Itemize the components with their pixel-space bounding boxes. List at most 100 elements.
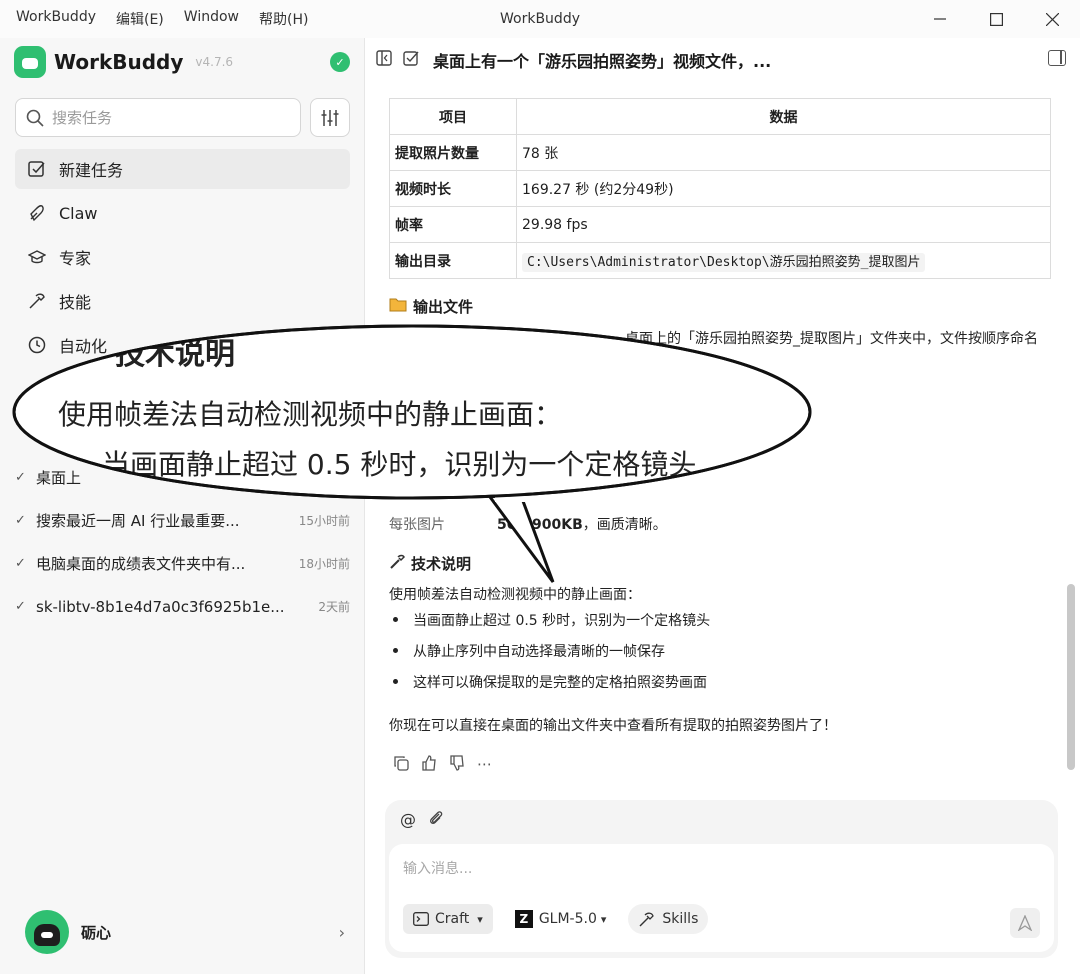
skills-label: Skills (662, 911, 699, 927)
table-cell-key: 帧率 (389, 206, 517, 243)
sidebar-item-automation[interactable]: 自动化 (15, 325, 350, 365)
user-profile[interactable]: 砺心 › (25, 910, 345, 954)
skills-icon (27, 291, 47, 311)
model-selector[interactable]: Z GLM-5.0 ▾ (505, 904, 617, 934)
menu-app[interactable]: WorkBuddy (6, 9, 106, 29)
attach-icon[interactable] (428, 810, 444, 830)
sidebar-item-label: 新建任务 (59, 161, 124, 180)
mode-selector[interactable]: Craft ▾ (403, 904, 493, 934)
menu-help[interactable]: 帮助(H) (249, 9, 318, 29)
message-actions: ⋯ (393, 755, 492, 775)
menu-window[interactable]: Window (174, 9, 249, 29)
history-title: 搜索最近一周 AI 行业最重要... (36, 512, 240, 530)
skills-icon (639, 912, 655, 927)
chevron-down-icon: ▾ (600, 912, 607, 926)
skills-button[interactable]: Skills (628, 904, 709, 934)
history-time: 18小时前 (298, 557, 350, 571)
composer-bar: Craft ▾ Z GLM-5.0 ▾ Skills (403, 904, 709, 934)
composer: @ Craft ▾ Z GLM-5.0 ▾ Skil (385, 800, 1058, 958)
send-button[interactable] (1010, 908, 1040, 938)
chevron-right-icon: › (338, 922, 345, 942)
avatar (25, 910, 69, 954)
list-item: 从静止序列中自动选择最清晰的一帧保存 (389, 635, 710, 666)
side-panel-icon[interactable] (1048, 50, 1066, 66)
new-task-icon (27, 159, 47, 179)
table-cell-value: 169.27 秒 (约2分49秒) (516, 170, 1051, 207)
sidebar-item-new-task[interactable]: 新建任务 (15, 149, 350, 189)
message-content: 项目 数据 提取照片数量 78 张 视频时长 169.27 秒 (约2分49秒)… (389, 98, 1051, 279)
size-description: 每张图片 500-900KB，画质清晰。 (389, 514, 667, 534)
message-input[interactable] (403, 858, 1003, 888)
output-path: C:\Users\Administrator\Desktop\游乐园拍照姿势_提… (522, 253, 926, 272)
sidebar-item-label: 专家 (59, 249, 92, 268)
table-cell-key: 视频时长 (389, 170, 517, 207)
close-button[interactable] (1024, 0, 1080, 38)
history-item[interactable]: ✓ 电脑桌面的成绩表文件夹中有... 18小时前 (15, 542, 350, 585)
sidebar-item-expert[interactable]: 专家 (15, 237, 350, 277)
tech-heading: 技术说明 (389, 553, 471, 574)
thumbs-down-icon[interactable] (449, 755, 465, 775)
tech-heading-text: 技术说明 (411, 555, 472, 573)
mode-label: Craft (435, 911, 470, 927)
folder-icon (389, 297, 407, 316)
brand: WorkBuddy v4.7.6 (14, 46, 233, 78)
collapse-sidebar-icon[interactable] (376, 50, 392, 70)
mention-icon[interactable]: @ (400, 810, 416, 830)
list-item: 当画面静止超过 0.5 秒时，识别为一个定格镜头 (389, 604, 710, 635)
tech-bullets: 当画面静止超过 0.5 秒时，识别为一个定格镜头 从静止序列中自动选择最清晰的一… (389, 604, 710, 697)
menu-edit[interactable]: 编辑(E) (106, 9, 174, 29)
history-time: 2天前 (318, 600, 350, 614)
sidebar-item-label: Claw (59, 203, 98, 223)
size-suffix: ，画质清晰。 (582, 517, 667, 533)
menu-bar: WorkBuddy 编辑(E) Window 帮助(H) (0, 9, 318, 29)
clock-icon (27, 335, 47, 355)
table-cell-value: 78 张 (516, 134, 1051, 171)
sidebar: WorkBuddy v4.7.6 ✓ 新建任务 Claw (0, 38, 365, 974)
expert-icon (27, 247, 47, 267)
chevron-down-icon: ▾ (477, 912, 483, 926)
history-item[interactable]: ✓ sk-libtv-8b1e4d7a0c3f6925b1e... 2天前 (15, 585, 350, 628)
size-prefix: 每张图片 (389, 517, 445, 533)
task-history: ✓ 桌面上 ✓ 搜索最近一周 AI 行业最重要... 15小时前 ✓ 电脑桌面的… (15, 456, 350, 628)
message-input-box: Craft ▾ Z GLM-5.0 ▾ Skills (389, 844, 1054, 952)
more-icon[interactable]: ⋯ (477, 755, 492, 775)
minimize-button[interactable] (912, 0, 968, 38)
table-row: 帧率 29.98 fps (389, 206, 1051, 243)
minimize-icon (934, 18, 946, 20)
scrollbar[interactable] (1067, 584, 1075, 770)
table-row: 输出目录 C:\Users\Administrator\Desktop\游乐园拍… (389, 242, 1051, 279)
filter-button[interactable] (310, 98, 350, 137)
history-item[interactable]: ✓ 搜索最近一周 AI 行业最重要... 15小时前 (15, 499, 350, 542)
sidebar-item-label: 技能 (59, 293, 92, 312)
history-item[interactable]: ✓ 桌面上 (15, 456, 350, 499)
thumbs-up-icon[interactable] (421, 755, 437, 775)
sidebar-item-claw[interactable]: Claw (15, 193, 350, 233)
search-icon (26, 109, 44, 127)
table-cell-value: 29.98 fps (516, 206, 1051, 243)
composer-tools: @ (400, 810, 444, 830)
main-panel: 桌面上有一个「游乐园拍照姿势」视频文件，... 项目 数据 提取照片数量 78 … (365, 38, 1080, 974)
check-icon: ✓ (15, 470, 26, 485)
new-task-header-icon[interactable] (403, 50, 419, 70)
table-cell-key: 输出目录 (389, 242, 517, 279)
table-header-row: 项目 数据 (389, 98, 1051, 135)
size-value: 500-900KB (497, 517, 583, 533)
user-name: 砺心 (81, 923, 112, 942)
copy-icon[interactable] (393, 755, 409, 775)
send-icon (1018, 915, 1032, 931)
sidebar-nav: 新建任务 Claw 专家 技能 自动化 (15, 149, 350, 369)
zhipu-logo-icon: Z (514, 910, 533, 928)
history-title: 桌面上 (36, 469, 82, 487)
sidebar-item-skills[interactable]: 技能 (15, 281, 350, 321)
search-input[interactable] (52, 108, 282, 127)
list-item: 这样可以确保提取的是完整的定格拍照姿势画面 (389, 666, 710, 697)
result-table: 项目 数据 提取照片数量 78 张 视频时长 169.27 秒 (约2分49秒)… (389, 98, 1051, 279)
sync-status-icon[interactable]: ✓ (330, 52, 350, 72)
wrench-icon (389, 554, 405, 574)
workbuddy-logo-icon (14, 46, 46, 78)
title-bar: WorkBuddy 编辑(E) Window 帮助(H) WorkBuddy (0, 0, 1080, 38)
tech-intro: 使用帧差法自动检测视频中的静止画面： (389, 587, 641, 603)
output-heading: 输出文件 (389, 296, 473, 317)
maximize-button[interactable] (968, 0, 1024, 38)
history-time: 15小时前 (298, 514, 350, 528)
